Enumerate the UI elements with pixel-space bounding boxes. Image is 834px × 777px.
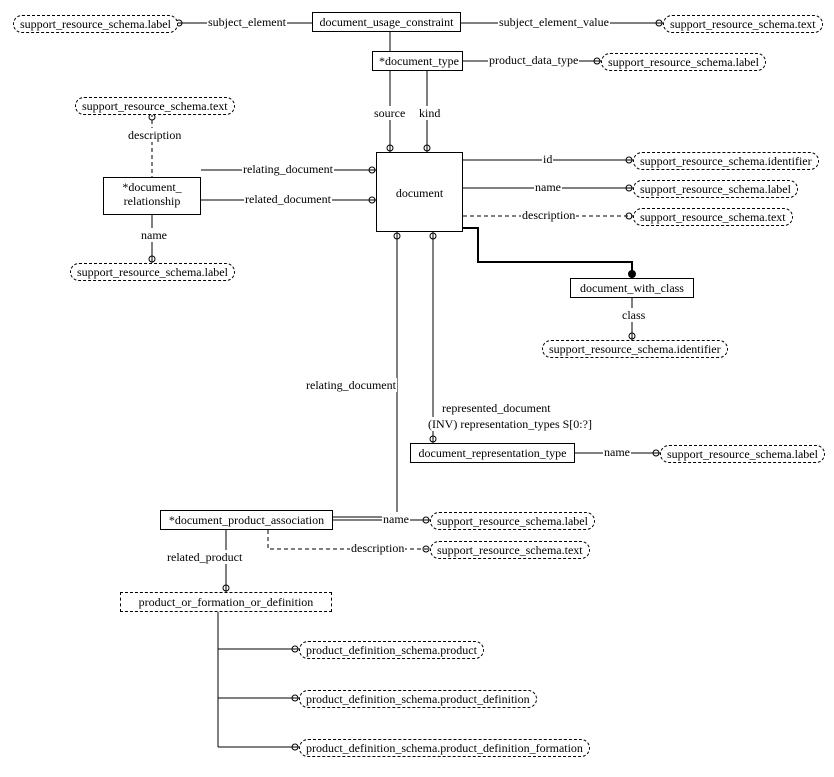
lbl-represented-document: represented_document: [441, 401, 552, 415]
lbl-class: class: [621, 308, 646, 322]
select-product-or-formation-or-definition: product_or_formation_or_definition: [120, 592, 332, 612]
ref-srs-text-2: support_resource_schema.text: [75, 97, 235, 115]
ref-label: support_resource_schema.label: [608, 55, 759, 69]
lbl-description-doc: description: [521, 208, 576, 222]
lbl-kind: kind: [418, 106, 441, 120]
ref-srs-text-3: support_resource_schema.text: [633, 208, 793, 226]
diagram-canvas: document_usage_constraint *document_type…: [0, 0, 834, 777]
ref-srs-label-5: support_resource_schema.label: [660, 445, 825, 463]
lbl-subject-element: subject_element: [207, 15, 287, 29]
ref-label: support_resource_schema.identifier: [549, 342, 721, 356]
ref-srs-identifier-1: support_resource_schema.identifier: [633, 152, 819, 170]
lbl-description-dpa: description: [350, 541, 405, 555]
lbl-product-data-type: product_data_type: [488, 53, 579, 67]
lbl-name-dpa: name: [382, 512, 410, 526]
ref-label: support_resource_schema.identifier: [640, 154, 812, 168]
ref-srs-text-1: support_resource_schema.text: [663, 15, 823, 33]
lbl-related-product: related_product: [166, 550, 243, 564]
ref-label: support_resource_schema.label: [20, 17, 171, 31]
entity-document-type: *document_type: [372, 51, 463, 71]
lbl-description-rel: description: [127, 128, 182, 142]
ref-srs-text-4: support_resource_schema.text: [430, 541, 590, 559]
entity-document-usage-constraint: document_usage_constraint: [312, 12, 461, 32]
lbl-name-doc: name: [534, 180, 562, 194]
select-label: product_or_formation_or_definition: [139, 595, 314, 609]
lbl-id: id: [542, 152, 553, 166]
ref-srs-label-3: support_resource_schema.label: [70, 263, 235, 281]
ref-label: support_resource_schema.text: [82, 99, 228, 113]
entity-document: document: [376, 152, 463, 232]
lbl-name-rel: name: [140, 228, 168, 242]
ref-label: support_resource_schema.label: [77, 265, 228, 279]
ref-label: support_resource_schema.text: [437, 543, 583, 557]
ref-srs-label-4: support_resource_schema.label: [633, 180, 798, 198]
entity-document-with-class: document_with_class: [570, 278, 694, 298]
entity-document-relationship: *document_ relationship: [103, 177, 201, 215]
ref-pds-product: product_definition_schema.product: [299, 641, 484, 659]
ref-label: support_resource_schema.text: [640, 210, 786, 224]
ref-label: support_resource_schema.label: [667, 447, 818, 461]
entity-label: document_with_class: [580, 281, 684, 295]
entity-document-representation-type: document_representation_type: [410, 443, 575, 463]
ref-srs-label-1: support_resource_schema.label: [13, 15, 178, 33]
lbl-related-document: related_document: [244, 192, 332, 206]
ref-label: product_definition_schema.product_defini…: [306, 692, 530, 706]
ref-label: support_resource_schema.label: [437, 514, 588, 528]
ref-label: support_resource_schema.text: [670, 17, 816, 31]
ref-pds-product-definition-formation: product_definition_schema.product_defini…: [299, 739, 590, 757]
ref-pds-product-definition: product_definition_schema.product_defini…: [299, 690, 537, 708]
lbl-name-drt: name: [603, 445, 631, 459]
entity-label: document_representation_type: [419, 446, 567, 460]
connectors-svg: [0, 0, 834, 777]
entity-label: document_usage_constraint: [320, 15, 454, 29]
lbl-source: source: [373, 106, 406, 120]
ref-label: product_definition_schema.product_defini…: [306, 741, 583, 755]
entity-label: *document_ relationship: [122, 180, 181, 208]
lbl-inv-rep-types: (INV) representation_types S[0:?]: [427, 417, 593, 431]
entity-document-product-association: *document_product_association: [160, 510, 333, 530]
ref-srs-label-2: support_resource_schema.label: [601, 53, 766, 71]
ref-srs-label-6: support_resource_schema.label: [430, 512, 595, 530]
lbl-relating-document: relating_document: [242, 162, 334, 176]
entity-label: *document_product_association: [169, 513, 324, 527]
ref-label: support_resource_schema.label: [640, 182, 791, 196]
ref-label: product_definition_schema.product: [306, 643, 477, 657]
ref-srs-identifier-2: support_resource_schema.identifier: [542, 340, 728, 358]
entity-label: document: [396, 186, 443, 200]
lbl-subject-element-value: subject_element_value: [498, 15, 610, 29]
lbl-relating-document-dpa: relating_document: [305, 378, 397, 392]
entity-label: *document_type: [379, 54, 459, 68]
